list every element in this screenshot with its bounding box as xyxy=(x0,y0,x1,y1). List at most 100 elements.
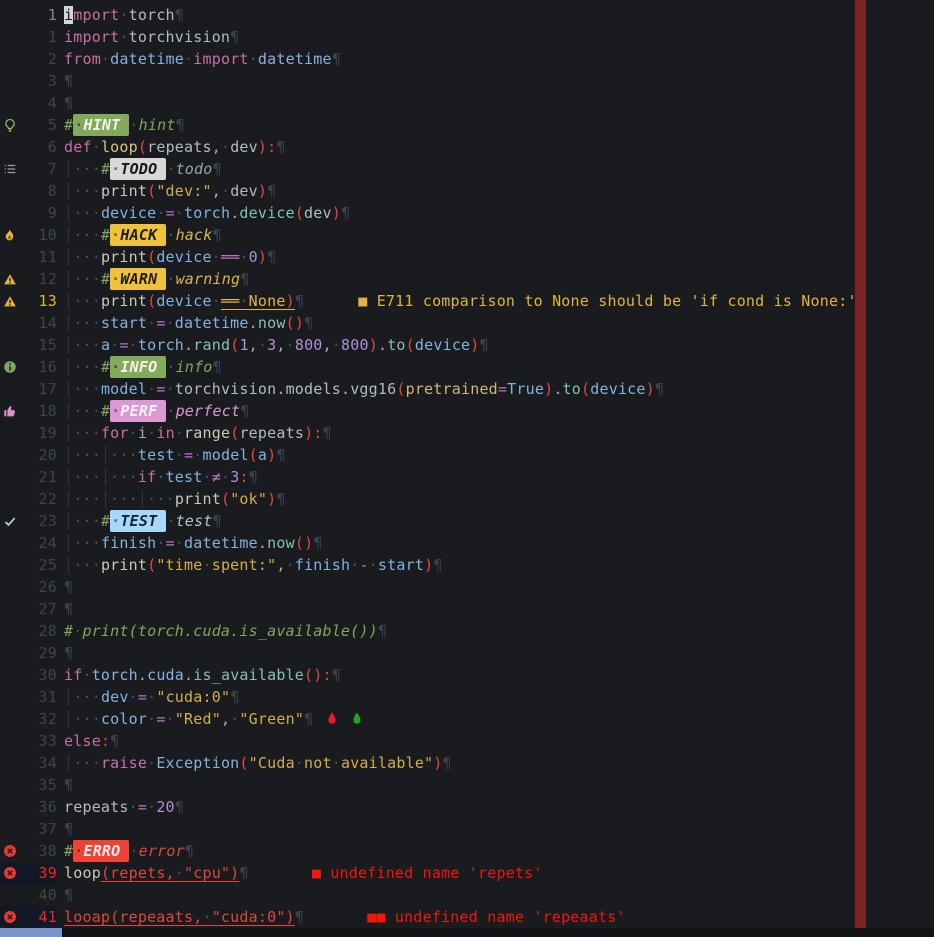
whitespace-dot: · xyxy=(239,292,248,310)
code-line[interactable]: 3¶ xyxy=(0,70,934,92)
code-text[interactable]: │···#·INFO·info¶ xyxy=(57,356,222,378)
code-line[interactable]: 4¶ xyxy=(0,92,934,114)
whitespace-dot: · xyxy=(111,270,120,288)
code-line[interactable]: 1import·torch¶ xyxy=(0,4,934,26)
code-line[interactable]: 36repeats·=·20¶ xyxy=(0,796,934,818)
code-line[interactable]: 23│···#·TEST·test¶ xyxy=(0,510,934,532)
code-text[interactable]: looap(repeaats,·"cuda:0")¶■■ undefined n… xyxy=(57,906,626,928)
code-line[interactable]: 12│···#·WARN·warning¶ xyxy=(0,268,934,290)
code-text[interactable]: │···for·i·in·range(repeats):¶ xyxy=(57,422,332,444)
code-line[interactable]: 33else:¶ xyxy=(0,730,934,752)
code-text[interactable]: #·print(torch.cuda.is_available())¶ xyxy=(57,620,387,642)
code-text[interactable]: if·torch.cuda.is_available():¶ xyxy=(57,664,341,686)
code-area[interactable]: 1import·torch¶1import·torchvision¶2from·… xyxy=(0,0,934,928)
sign-column xyxy=(0,818,25,840)
gutter: 12 xyxy=(0,268,57,290)
code-text[interactable]: loop(repets,·"cpu")¶■ undefined name 're… xyxy=(57,862,543,884)
code-text[interactable]: │···│···test·=·model(a)¶ xyxy=(57,444,286,466)
code-line[interactable]: 24│···finish·=·datetime.now()¶ xyxy=(0,532,934,554)
code-text[interactable]: │···print(device·══·None)¶■ E711 compari… xyxy=(57,290,857,312)
code-line[interactable]: 28#·print(torch.cuda.is_available())¶ xyxy=(0,620,934,642)
code-line[interactable]: 11│···print(device·══·0)¶ xyxy=(0,246,934,268)
code-line[interactable]: 27¶ xyxy=(0,598,934,620)
comment-tag-chip: ·HINT xyxy=(73,114,129,136)
code-line[interactable]: 25│···print("time·spent:",·finish·-·star… xyxy=(0,554,934,576)
code-text[interactable]: │···color·=·"Red",·"Green"¶ xyxy=(57,708,363,730)
code-text[interactable]: def·loop(repeats,·dev):¶ xyxy=(57,136,286,158)
code-line[interactable]: 9│···device·=·torch.device(dev)¶ xyxy=(0,202,934,224)
line-number: 8 xyxy=(25,180,57,202)
code-text[interactable]: │···#·HACK·hack¶ xyxy=(57,224,222,246)
code-text[interactable]: │···dev·=·"cuda:0"¶ xyxy=(57,686,239,708)
code-text[interactable]: ¶ xyxy=(57,576,73,598)
sign-column xyxy=(0,70,25,92)
code-text[interactable]: │···start·=·datetime.now()¶ xyxy=(57,312,313,334)
code-text[interactable]: ¶ xyxy=(57,818,73,840)
code-line[interactable]: 38#·ERRO·error¶ xyxy=(0,840,934,862)
code-line[interactable]: 29¶ xyxy=(0,642,934,664)
code-line[interactable]: 22│···│···│···print("ok")¶ xyxy=(0,488,934,510)
code-text[interactable]: #·ERRO·error¶ xyxy=(57,840,194,862)
code-text[interactable]: ¶ xyxy=(57,598,73,620)
code-line[interactable]: 40¶ xyxy=(0,884,934,906)
code-line[interactable]: 35¶ xyxy=(0,774,934,796)
code-text[interactable]: │···finish·=·datetime.now()¶ xyxy=(57,532,323,554)
code-text[interactable]: │···a·=·torch.rand(1,·3,·800,·800).to(de… xyxy=(57,334,489,356)
code-line[interactable]: 1import·torchvision¶ xyxy=(0,26,934,48)
code-line[interactable]: 8│···print("dev:",·dev)¶ xyxy=(0,180,934,202)
code-text[interactable]: │···print("time·spent:",·finish·-·start)… xyxy=(57,554,443,576)
code-line[interactable]: 37¶ xyxy=(0,818,934,840)
code-text[interactable]: │···│···│···print("ok")¶ xyxy=(57,488,286,510)
code-line[interactable]: 16│···#·INFO·info¶ xyxy=(0,356,934,378)
code-line[interactable]: 31│···dev·=·"cuda:0"¶ xyxy=(0,686,934,708)
code-text[interactable]: │···#·PERF·perfect¶ xyxy=(57,400,249,422)
code-text[interactable]: │···print("dev:",·dev)¶ xyxy=(57,180,276,202)
code-text[interactable]: else:¶ xyxy=(57,730,119,752)
code-text[interactable]: │···#·TODO·todo¶ xyxy=(57,158,222,180)
sign-column xyxy=(0,202,25,224)
code-line[interactable]: 6def·loop(repeats,·dev):¶ xyxy=(0,136,934,158)
code-text[interactable]: │···print(device·══·0)¶ xyxy=(57,246,276,268)
code-text[interactable]: │···#·WARN·warning¶ xyxy=(57,268,249,290)
code-line[interactable]: 20│···│···test·=·model(a)¶ xyxy=(0,444,934,466)
code-line[interactable]: 32│···color·=·"Red",·"Green"¶ xyxy=(0,708,934,730)
code-line[interactable]: 10│···#·HACK·hack¶ xyxy=(0,224,934,246)
line-number: 9 xyxy=(25,202,57,224)
code-text[interactable]: │···#·TEST·test¶ xyxy=(57,510,222,532)
code-line[interactable]: 17│···model·=·torchvision.models.vgg16(p… xyxy=(0,378,934,400)
code-line[interactable]: 14│···start·=·datetime.now()¶ xyxy=(0,312,934,334)
code-text[interactable]: repeats·=·20¶ xyxy=(57,796,184,818)
code-line[interactable]: 41looap(repeaats,·"cuda:0")¶■■ undefined… xyxy=(0,906,934,928)
code-line[interactable]: 39loop(repets,·"cpu")¶■ undefined name '… xyxy=(0,862,934,884)
whitespace-dot: · xyxy=(111,226,120,244)
code-line[interactable]: 21│···│···if·test·≠·3:¶ xyxy=(0,466,934,488)
code-text[interactable]: import·torchvision¶ xyxy=(57,26,239,48)
gutter: 36 xyxy=(0,796,57,818)
code-text[interactable]: import·torch¶ xyxy=(57,4,184,26)
code-text[interactable]: ¶ xyxy=(57,642,73,664)
gutter: 28 xyxy=(0,620,57,642)
code-text[interactable]: │···│···if·test·≠·3:¶ xyxy=(57,466,258,488)
code-line[interactable]: 18│···#·PERF·perfect¶ xyxy=(0,400,934,422)
code-line[interactable]: 5#·HINT·hint¶ xyxy=(0,114,934,136)
code-text[interactable]: ¶ xyxy=(57,774,73,796)
code-text[interactable]: ¶ xyxy=(57,70,73,92)
sign-column xyxy=(0,774,25,796)
warning-icon xyxy=(0,290,25,312)
code-text[interactable]: from·datetime·import·datetime¶ xyxy=(57,48,341,70)
code-text[interactable]: ¶ xyxy=(57,92,73,114)
code-text[interactable]: ¶ xyxy=(57,884,73,906)
code-line[interactable]: 2from·datetime·import·datetime¶ xyxy=(0,48,934,70)
code-text[interactable]: │···device·=·torch.device(dev)¶ xyxy=(57,202,350,224)
code-line[interactable]: 19│···for·i·in·range(repeats):¶ xyxy=(0,422,934,444)
code-line[interactable]: 13│···print(device·══·None)¶■ E711 compa… xyxy=(0,290,934,312)
code-line[interactable]: 7│···#·TODO·todo¶ xyxy=(0,158,934,180)
code-text[interactable]: │···model·=·torchvision.models.vgg16(pre… xyxy=(57,378,664,400)
code-line[interactable]: 30if·torch.cuda.is_available():¶ xyxy=(0,664,934,686)
code-line[interactable]: 34│···raise·Exception("Cuda·not·availabl… xyxy=(0,752,934,774)
code-line[interactable]: 26¶ xyxy=(0,576,934,598)
whitespace-dot: · xyxy=(74,116,83,134)
code-text[interactable]: #·HINT·hint¶ xyxy=(57,114,185,136)
code-line[interactable]: 15│···a·=·torch.rand(1,·3,·800,·800).to(… xyxy=(0,334,934,356)
code-text[interactable]: │···raise·Exception("Cuda·not·available"… xyxy=(57,752,452,774)
